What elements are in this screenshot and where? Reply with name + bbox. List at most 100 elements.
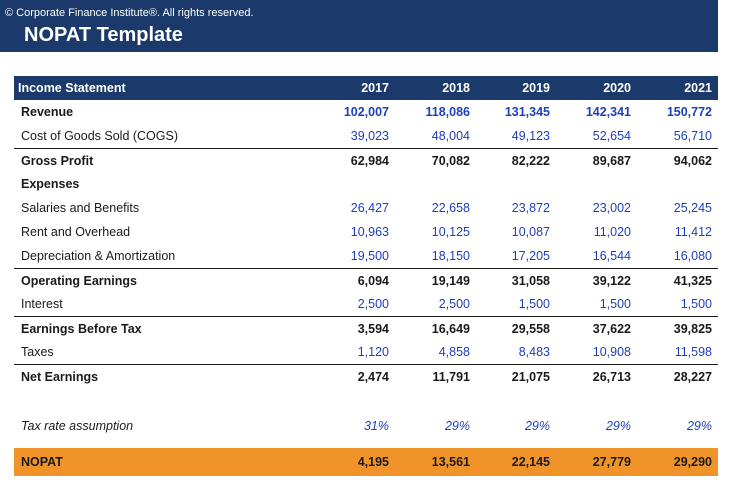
copyright-notice: © Corporate Finance Institute®. All righ… [5,7,254,19]
row-label: Expenses [21,177,80,191]
interest-row: Interest 2,500 2,500 1,500 1,500 1,500 [14,292,718,316]
value-cell[interactable]: 21,075 [480,370,550,384]
value-cell[interactable]: 37,622 [561,322,631,336]
year-header: 2017 [361,81,389,95]
value-cell[interactable]: 82,222 [480,154,550,168]
expenses-heading-row: Expenses [14,172,718,196]
value-cell[interactable]: 11,598 [642,345,712,359]
value-cell[interactable]: 2,500 [319,297,389,311]
value-cell[interactable]: 18,150 [400,249,470,263]
taxes-row: Taxes 1,120 4,858 8,483 10,908 11,598 [14,340,718,364]
cogs-row: Cost of Goods Sold (COGS) 39,023 48,004 … [14,124,718,148]
value-cell[interactable]: 94,062 [642,154,712,168]
salaries-row: Salaries and Benefits 26,427 22,658 23,8… [14,196,718,220]
value-cell[interactable]: 1,500 [561,297,631,311]
value-cell[interactable]: 29% [480,419,550,433]
value-cell[interactable]: 8,483 [480,345,550,359]
value-cell[interactable]: 29% [400,419,470,433]
title-banner: © Corporate Finance Institute®. All righ… [0,0,718,52]
value-cell[interactable]: 22,145 [480,455,550,469]
row-label: Depreciation & Amortization [21,249,176,263]
operating-earnings-row: Operating Earnings 6,094 19,149 31,058 3… [14,268,718,292]
value-cell[interactable]: 11,791 [400,370,470,384]
value-cell[interactable]: 102,007 [319,105,389,119]
page-title: NOPAT Template [24,24,183,46]
row-label: Gross Profit [21,154,94,168]
value-cell[interactable]: 131,345 [480,105,550,119]
value-cell[interactable]: 23,872 [480,201,550,215]
value-cell[interactable]: 39,825 [642,322,712,336]
value-cell[interactable]: 39,122 [561,274,631,288]
value-cell[interactable]: 29% [561,419,631,433]
value-cell[interactable]: 28,227 [642,370,712,384]
rent-row: Rent and Overhead 10,963 10,125 10,087 1… [14,220,718,244]
depreciation-row: Depreciation & Amortization 19,500 18,15… [14,244,718,268]
row-label: Revenue [21,105,74,119]
value-cell[interactable]: 16,080 [642,249,712,263]
row-label: Earnings Before Tax [21,322,142,336]
value-cell[interactable]: 10,908 [561,345,631,359]
value-cell[interactable]: 27,779 [561,455,631,469]
value-cell[interactable]: 4,195 [319,455,389,469]
value-cell[interactable]: 11,412 [642,225,712,239]
value-cell[interactable]: 49,123 [480,129,550,143]
value-cell[interactable]: 29,290 [642,455,712,469]
value-cell[interactable]: 39,023 [319,129,389,143]
value-cell[interactable]: 11,020 [561,225,631,239]
value-cell[interactable]: 41,325 [642,274,712,288]
row-label: Salaries and Benefits [21,201,140,215]
value-cell[interactable]: 26,427 [319,201,389,215]
value-cell[interactable]: 150,772 [642,105,712,119]
value-cell[interactable]: 52,654 [561,129,631,143]
value-cell[interactable]: 17,205 [480,249,550,263]
value-cell[interactable]: 19,149 [400,274,470,288]
year-header: 2018 [442,81,470,95]
value-cell[interactable]: 142,341 [561,105,631,119]
value-cell[interactable]: 48,004 [400,129,470,143]
value-cell[interactable]: 10,125 [400,225,470,239]
row-label: Interest [21,297,63,311]
value-cell[interactable]: 2,474 [319,370,389,384]
revenue-row: Revenue 102,007 118,086 131,345 142,341 … [14,100,718,124]
header-label: Income Statement [18,81,126,95]
value-cell[interactable]: 31% [319,419,389,433]
value-cell[interactable]: 1,500 [480,297,550,311]
row-label: Taxes [21,345,54,359]
value-cell[interactable]: 29,558 [480,322,550,336]
value-cell[interactable]: 16,649 [400,322,470,336]
row-label: Net Earnings [21,370,99,384]
nopat-row: NOPAT 4,195 13,561 22,145 27,779 29,290 [14,448,718,476]
value-cell[interactable]: 1,120 [319,345,389,359]
value-cell[interactable]: 22,658 [400,201,470,215]
value-cell[interactable]: 25,245 [642,201,712,215]
tax-rate-row: Tax rate assumption 31% 29% 29% 29% 29% [14,414,718,438]
gross-profit-row: Gross Profit 62,984 70,082 82,222 89,687… [14,148,718,172]
value-cell[interactable]: 89,687 [561,154,631,168]
value-cell[interactable]: 70,082 [400,154,470,168]
value-cell[interactable]: 4,858 [400,345,470,359]
value-cell[interactable]: 31,058 [480,274,550,288]
value-cell[interactable]: 118,086 [400,105,471,119]
table-header-row: Income Statement 2017 2018 2019 2020 202… [14,76,718,100]
value-cell[interactable]: 1,500 [642,297,712,311]
value-cell[interactable]: 16,544 [561,249,631,263]
value-cell[interactable]: 56,710 [642,129,712,143]
value-cell[interactable]: 2,500 [400,297,470,311]
value-cell[interactable]: 26,713 [561,370,631,384]
value-cell[interactable]: 29% [642,419,712,433]
net-earnings-row: Net Earnings 2,474 11,791 21,075 26,713 … [14,364,718,388]
value-cell[interactable]: 19,500 [319,249,389,263]
ebt-row: Earnings Before Tax 3,594 16,649 29,558 … [14,316,718,340]
year-header: 2021 [684,81,712,95]
row-label: Tax rate assumption [21,419,134,433]
value-cell[interactable]: 13,561 [400,455,470,469]
income-statement-table: Income Statement 2017 2018 2019 2020 202… [14,76,718,438]
value-cell[interactable]: 23,002 [561,201,631,215]
value-cell[interactable]: 62,984 [319,154,389,168]
value-cell[interactable]: 10,963 [319,225,389,239]
value-cell[interactable]: 10,087 [480,225,550,239]
year-header: 2020 [603,81,631,95]
value-cell[interactable]: 6,094 [319,274,389,288]
value-cell[interactable]: 3,594 [319,322,389,336]
